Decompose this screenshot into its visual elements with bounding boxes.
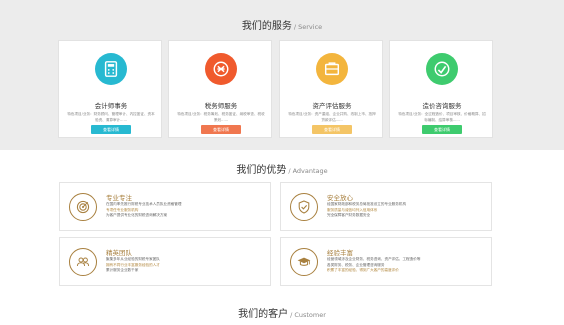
service-card-tax[interactable]: 税务师服务 特色项目/业务：税务筹划、税务鉴证、纳税审查、税收策划...... … [168, 40, 272, 138]
service-desc: 特色项目/业务：全过程造价、项目审核、价格概算、招标编制、结算审核...... [398, 112, 486, 122]
advantage-title: 我们的优势 [236, 165, 287, 176]
advantage-desc-line: 为客户提供专业化的财税咨询解决方案 [106, 213, 168, 218]
services-heading: 我们的服务 / Service [0, 14, 564, 33]
customer-title: 我们的客户 [238, 309, 289, 320]
service-details-button[interactable]: 查看详情 [91, 125, 131, 134]
graduation-cap-icon [290, 248, 318, 276]
services-title: 我们的服务 [241, 21, 292, 32]
team-icon [69, 248, 97, 276]
service-card-cost[interactable]: 造价咨询服务 特色项目/业务：全过程造价、项目审核、价格概算、招标编制、结算审核… [389, 40, 493, 138]
advantage-title-text: 安全放心 [327, 194, 353, 202]
service-details-button[interactable]: 查看详情 [422, 125, 462, 134]
advantage-title-text: 精英团队 [106, 249, 132, 257]
advantage-desc-line: 积累了丰富的经验，得到广大客户的高度评价 [327, 268, 399, 273]
service-name: 税务师服务 [204, 102, 238, 110]
service-name: 造价咨询服务 [422, 102, 462, 110]
advantage-desc-line: 累计服务企业数千家 [106, 268, 139, 273]
tax-icon [205, 53, 237, 85]
advantage-title-text: 经验丰富 [327, 249, 353, 257]
customer-heading: 我们的客户 / Customer [0, 302, 564, 321]
advantage-card-professional: 专业专注 在国内率先推行财税专业技术人员执业资格管理 专项任专业服务机构 为客户… [59, 182, 271, 231]
calculator-icon [95, 53, 127, 85]
advantage-desc: 聚集多年从业经验的财税专家团队 拥有不同行业丰富服务经验的人才 累计服务企业数千… [106, 257, 266, 274]
service-details-button[interactable]: 查看详情 [312, 125, 352, 134]
advantage-subtitle: / Advantage [288, 167, 328, 175]
service-name: 会计师事务 [94, 102, 128, 110]
advantage-desc: 经营领域涉及企业财务、税务咨询、资产评估、工程造价等 各类财务、税务、企业管理咨… [327, 257, 487, 274]
advantage-desc-line: 完全保障客户财务数据安全 [327, 213, 371, 218]
service-card-accounting[interactable]: 会计师事务 特色项目/业务：财务顾问、管理审计、内控鉴证、资本验资、清算审计..… [58, 40, 162, 138]
advantage-card-security: 安全放心 经国家财政部和税务总局批准设立的专业服务机构 服务质量与诚信均列入信用… [280, 182, 492, 231]
asset-icon [316, 53, 348, 85]
cost-icon [426, 53, 458, 85]
customer-subtitle: / Customer [290, 311, 326, 319]
advantage-desc: 在国内率先推行财税专业技术人员执业资格管理 专项任专业服务机构 为客户提供专业化… [106, 202, 266, 219]
advantage-desc: 经国家财政部和税务总局批准设立的专业服务机构 服务质量与诚信均列入信用体系 完全… [327, 202, 487, 219]
target-icon [69, 193, 97, 221]
service-desc: 特色项目/业务：税务筹划、税务鉴证、纳税审查、税收策划...... [177, 112, 265, 122]
services-section: 我们的服务 / Service 会计师事务 特色项目/业务：财务顾问、管理审计、内… [0, 0, 564, 150]
service-details-button[interactable]: 查看详情 [201, 125, 241, 134]
advantage-heading: 我们的优势 / Advantage [0, 158, 564, 177]
advantage-title-text: 专业专注 [106, 194, 132, 202]
advantage-card-team: 精英团队 聚集多年从业经验的财税专家团队 拥有不同行业丰富服务经验的人才 累计服… [59, 237, 271, 286]
service-name: 资产评估服务 [312, 102, 352, 110]
services-subtitle: / Service [293, 23, 323, 31]
service-card-asset[interactable]: 资产评估服务 特色项目/业务：资产重组、企业并购、改制上市、抵押贷款评估....… [279, 40, 383, 138]
shield-check-icon [290, 193, 318, 221]
advantage-card-experience: 经验丰富 经营领域涉及企业财务、税务咨询、资产评估、工程造价等 各类财务、税务、… [280, 237, 492, 286]
service-desc: 特色项目/业务：财务顾问、管理审计、内控鉴证、资本验资、清算审计...... [67, 112, 155, 122]
service-desc: 特色项目/业务：资产重组、企业并购、改制上市、抵押贷款评估...... [288, 112, 376, 122]
